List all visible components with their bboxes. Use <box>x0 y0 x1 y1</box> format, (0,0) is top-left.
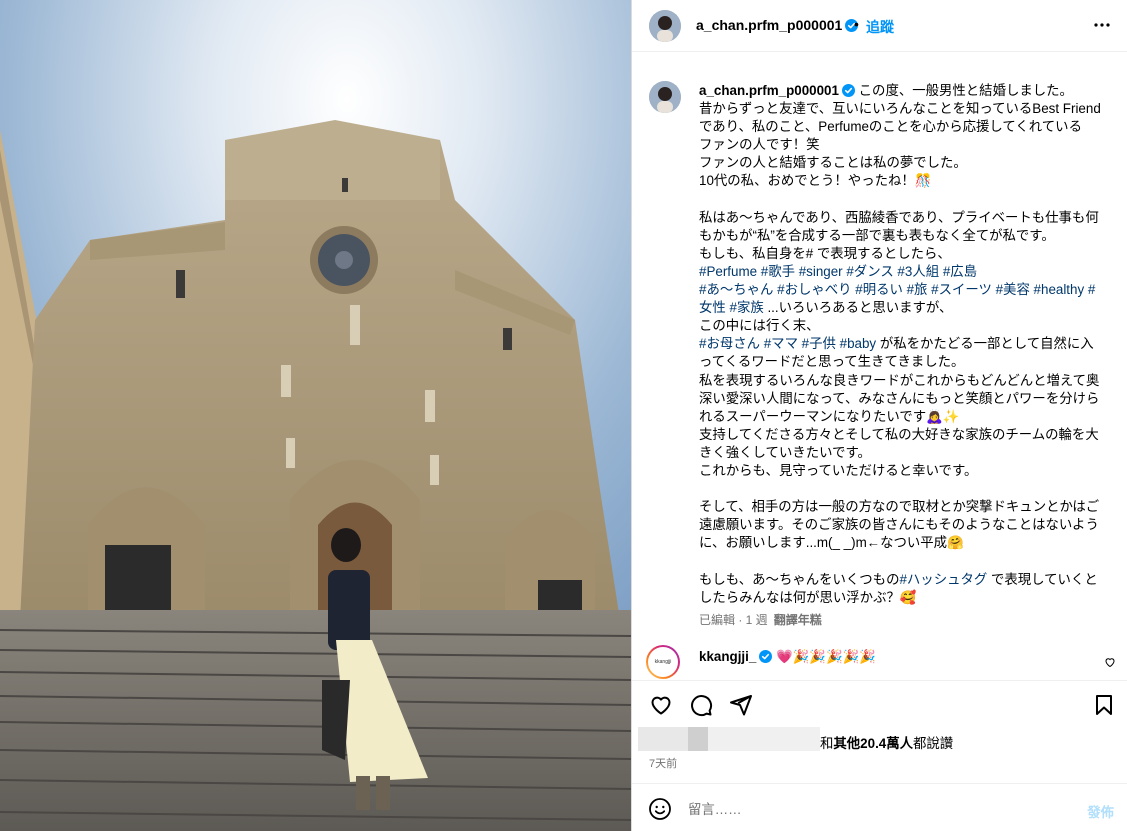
post-date[interactable]: 7天前 <box>649 755 677 771</box>
blurred-avatar <box>688 727 708 751</box>
comment-bubble-icon[interactable] <box>689 693 713 717</box>
commenter-avatar[interactable]: kkangjji <box>646 645 680 679</box>
hashtag[interactable]: #ハッシュタグ <box>899 572 987 587</box>
like-heart-icon[interactable] <box>649 693 673 717</box>
emoji-icon[interactable] <box>648 797 672 821</box>
commenter-username[interactable]: kkangjji_ <box>699 649 756 664</box>
caption-line: に、お願いします...m(_ _)m←なつい平成🤗 <box>699 535 964 551</box>
caption-line: きく強くしていきたいです。 <box>699 444 871 460</box>
post-comment-button[interactable]: 發佈 <box>1087 801 1114 821</box>
caption-line: ファンの人です！笑 <box>699 137 820 153</box>
caption-line: この中には行く末、 <box>699 318 820 334</box>
likes-count: 其他20.4萬人 <box>833 736 914 751</box>
follow-button[interactable]: 追蹤 <box>866 17 894 37</box>
post-header: a_chan.prfm_p000001 • 追蹤 <box>632 0 1127 52</box>
caption-line: で表現していくと <box>987 571 1098 587</box>
caption-line: 遠慮願います。そのご家族の皆さんにもそのようなことはないよう <box>699 517 1099 533</box>
comment-text: 💗🎉🎉🎉🎉🎉 <box>772 649 877 664</box>
caption-line: 私を表現するいろんな良きワードがこれからもどんどんと増えて奥 <box>699 372 1100 388</box>
post-photo[interactable] <box>0 0 631 831</box>
verified-badge-icon <box>841 84 855 97</box>
caption-line: 10代の私、おめでとう！やったね！🎊 <box>699 173 932 189</box>
caption-line: 私はあ〜ちゃんであり、西脇綾香であり、プライベートも仕事も何 <box>699 209 1099 225</box>
author-avatar[interactable] <box>649 10 681 42</box>
caption-line: であり、私のこと、Perfumeのことを心から応援してくれている <box>699 119 1082 135</box>
more-horizontal-icon[interactable] <box>1090 13 1114 37</box>
likes-count-text[interactable]: 和其他20.4萬人都說讚 <box>820 732 953 752</box>
author-username[interactable]: a_chan.prfm_p000001 <box>696 17 859 33</box>
post-caption: a_chan.prfm_p000001 この度、一般男性と結婚しました。 昔から… <box>699 82 1124 607</box>
caption-line: れるスーパーウーマンになりたいです🙇‍♀️✨ <box>699 408 960 424</box>
caption-line: もかもが“私”を合成する一部で裏も表もなく全てが私です。 <box>699 227 1055 243</box>
share-send-icon[interactable] <box>729 693 753 717</box>
caption-meta: 已編輯 · 1 週翻譯年糕 <box>699 611 822 628</box>
action-bar <box>632 680 1127 726</box>
caption-line: ...いろいろあると思いますが、 <box>763 300 953 316</box>
caption-line: もしも、私自身を# で表現するとしたら、 <box>699 245 951 261</box>
commenter-avatar-label: kkangjji <box>648 647 678 677</box>
hashtag-group[interactable]: #お母さん #ママ #子供 #baby <box>699 336 876 351</box>
caption-username[interactable]: a_chan.prfm_p000001 <box>699 83 839 98</box>
comment: kkangjji_ 💗🎉🎉🎉🎉🎉 <box>699 649 876 665</box>
edited-timestamp: 已編輯 · 1 週 <box>699 613 768 627</box>
caption-line: が私をかたどる一部として自然に入 <box>876 336 1094 352</box>
see-translation-link[interactable]: 翻譯年糕 <box>774 613 822 627</box>
comment-like-heart-icon[interactable] <box>1104 656 1116 668</box>
caption-line: これからも、見守っていただけると幸いです。 <box>699 462 978 478</box>
caption-line: ファンの人と結婚することは私の夢でした。 <box>699 155 967 171</box>
save-bookmark-icon[interactable] <box>1092 693 1116 717</box>
comments-scroll-area[interactable]: a_chan.prfm_p000001 この度、一般男性と結婚しました。 昔から… <box>632 53 1127 680</box>
comment-input[interactable] <box>688 798 1068 820</box>
hashtag-group[interactable]: #Perfume #歌手 #singer #ダンス #3人組 #広島 <box>699 264 977 279</box>
post-details-panel: a_chan.prfm_p000001 • 追蹤 a_chan.prfm_p00… <box>631 0 1127 831</box>
caption-line: この度、一般男性と結婚しました。 <box>858 83 1073 98</box>
caption-line: 支持してくださる方々とそして私の大好きな家族のチームの輪を大 <box>699 426 1099 442</box>
caption-line: ってくるワードだと思って生きてきました。 <box>699 354 965 370</box>
caption-line: そして、相手の方は一般の方なので取材とか突撃ドキュンとかはご <box>699 499 1100 515</box>
hashtag-group[interactable]: 女性 #家族 <box>699 300 764 315</box>
caption-line: もしも、あ〜ちゃんをいくつもの <box>699 571 900 587</box>
blurred-avatar <box>638 727 688 751</box>
likes-summary: 和其他20.4萬人都說讚 <box>638 727 1127 751</box>
caption-author-avatar[interactable] <box>649 81 681 113</box>
verified-badge-icon <box>759 650 773 663</box>
caption-line: したらみんなは何が思い浮かぶ？🥰 <box>699 589 917 605</box>
hashtag-group[interactable]: #あ〜ちゃん #おしゃべり #明るい #旅 #スイーツ #美容 #healthy… <box>699 282 1095 297</box>
caption-line: 昔からずっと友達で、互いにいろんなことを知っているBest Friend <box>699 101 1101 117</box>
blurred-name <box>708 727 820 751</box>
caption-line: 深い愛深い人間になって、みなさんにもっと笑顔とパワーを分けら <box>699 390 1100 406</box>
add-comment-bar: 發佈 <box>632 783 1127 831</box>
header-separator: • <box>854 16 859 32</box>
